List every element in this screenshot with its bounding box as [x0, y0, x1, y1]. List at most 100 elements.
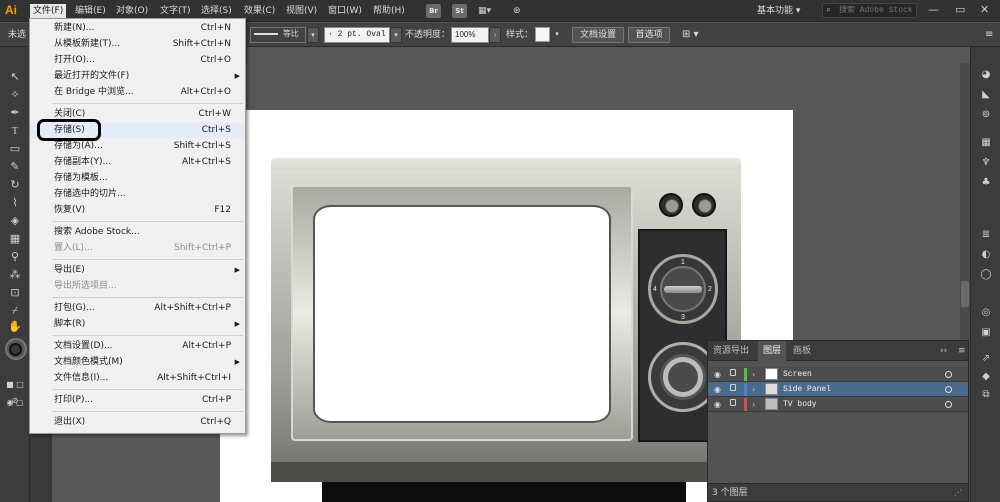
layer-name[interactable]: Side Panel — [783, 382, 831, 397]
menu-help[interactable]: 帮助(H) — [373, 4, 405, 18]
workspace-switcher[interactable]: 基本功能 ▾ — [757, 4, 800, 18]
tv-screen[interactable] — [313, 205, 611, 423]
menu-item-print[interactable]: 打印(P)... Ctrl+P — [30, 393, 245, 408]
graphic-style-swatch[interactable] — [535, 27, 550, 42]
artboard-tool-icon[interactable]: ⊡ — [6, 285, 24, 301]
perspective-grid-tool-icon[interactable]: ▦ — [6, 231, 24, 247]
tab-artboards[interactable]: 画板 — [788, 341, 816, 361]
menu-effect[interactable]: 效果(C) — [244, 4, 275, 18]
color-guide-icon[interactable]: ◣ — [978, 87, 994, 103]
color-mode-icon[interactable]: ■ □ ⊘ — [6, 377, 24, 405]
menu-item-export-selection[interactable]: 导出所选项目... — [30, 279, 245, 294]
menu-item-save-as[interactable]: 存储为(A)... Shift+Ctrl+S — [30, 139, 245, 154]
bridge-button[interactable]: Br — [426, 4, 441, 18]
slice-tool-icon[interactable]: ⌿ — [6, 303, 24, 319]
visibility-eye-icon[interactable]: ◉ — [714, 382, 721, 397]
rotate-tool-icon[interactable]: ↻ — [6, 177, 24, 193]
pen-tool-icon[interactable]: ✒ — [6, 105, 24, 121]
tab-asset-export[interactable]: 资源导出 — [708, 341, 754, 361]
opacity-input[interactable]: 100% — [451, 27, 489, 43]
resize-grip-icon[interactable]: ⋰ — [954, 487, 962, 499]
swatches-icon[interactable]: ▦ — [978, 135, 994, 151]
layer-target-icon[interactable] — [945, 401, 952, 408]
stroke-profile-dropdown[interactable]: ▾ — [307, 27, 319, 43]
visibility-eye-icon[interactable]: ◉ — [714, 367, 721, 382]
menu-item-save-copy[interactable]: 存储副本(Y)... Alt+Ctrl+S — [30, 155, 245, 170]
gpu-performance-icon[interactable]: ⊛ — [513, 4, 521, 18]
eyedropper-tool-icon[interactable]: ⚲ — [6, 249, 24, 265]
symbols-icon[interactable]: ♣ — [978, 175, 994, 191]
draw-mode-icon[interactable]: ◉ ▢ — [6, 395, 24, 411]
menu-item-browse-in-bridge[interactable]: 在 Bridge 中浏览... Alt+Ctrl+O — [30, 85, 245, 100]
type-tool-icon[interactable]: T — [6, 123, 24, 139]
stroke-panel-icon[interactable]: ≣ — [978, 227, 994, 243]
panel-menu-icon[interactable]: ≡ — [958, 341, 966, 361]
menu-item-exit[interactable]: 退出(X) Ctrl+Q — [30, 415, 245, 430]
lock-icon[interactable] — [730, 369, 736, 376]
minimize-icon[interactable]: — — [928, 4, 939, 16]
graphic-style-dropdown[interactable]: ▾ — [551, 27, 563, 43]
hand-tool-icon[interactable]: ✋ — [6, 319, 24, 335]
menu-item-place[interactable]: 置入(L)... Shift+Ctrl+P — [30, 241, 245, 256]
document-setup-button[interactable]: 文档设置 — [572, 27, 624, 43]
menu-type[interactable]: 文字(T) — [160, 4, 191, 18]
menu-window[interactable]: 窗口(W) — [328, 4, 362, 18]
maximize-icon[interactable]: ▭ — [955, 4, 965, 16]
appearance-icon[interactable]: ◎ — [978, 305, 994, 321]
menu-item-open-recent[interactable]: 最近打开的文件(F) ▶ — [30, 69, 245, 84]
menu-item-new-from-template[interactable]: 从模板新建(T)... Shift+Ctrl+N — [30, 37, 245, 52]
menu-edit[interactable]: 编辑(E) — [75, 4, 106, 18]
warp-tool-icon[interactable]: ⌇ — [6, 195, 24, 211]
symbol-sprayer-tool-icon[interactable]: ⁂ — [6, 267, 24, 283]
menu-file[interactable]: 文件(F) — [30, 4, 67, 18]
tab-layers[interactable]: 图层 — [758, 341, 787, 361]
selection-tool-icon[interactable]: ↖ — [6, 69, 24, 85]
menu-item-document-setup[interactable]: 文档设置(D)... Alt+Ctrl+P — [30, 339, 245, 354]
layer-row[interactable]: ◉ › TV body — [708, 397, 968, 412]
menu-item-save-as-template[interactable]: 存储为模板... — [30, 171, 245, 186]
layer-row[interactable]: ◉ › Screen — [708, 367, 968, 382]
graphic-styles-icon[interactable]: ▣ — [978, 325, 994, 341]
expand-arrow-icon[interactable]: › — [752, 382, 755, 397]
pencil-tool-icon[interactable]: ✎ — [6, 159, 24, 175]
menu-item-revert[interactable]: 恢复(V) F12 — [30, 203, 245, 218]
stroke-profile-select[interactable]: 等比 — [250, 27, 306, 43]
menu-item-document-color-mode[interactable]: 文档颜色模式(M) ▶ — [30, 355, 245, 370]
shape-builder-tool-icon[interactable]: ◈ — [6, 213, 24, 229]
menu-item-open[interactable]: 打开(O)... Ctrl+O — [30, 53, 245, 68]
scrollbar-thumb[interactable] — [961, 281, 969, 307]
layer-name[interactable]: Screen — [783, 367, 812, 382]
layer-name[interactable]: TV body — [783, 397, 817, 412]
layer-target-icon[interactable] — [945, 371, 952, 378]
expand-arrow-icon[interactable]: › — [752, 367, 755, 382]
opacity-dropdown[interactable]: › — [489, 27, 501, 43]
menu-item-package[interactable]: 打包(G)... Alt+Shift+Ctrl+P — [30, 301, 245, 316]
magic-wand-tool-icon[interactable]: ✧ — [6, 87, 24, 103]
lock-icon[interactable] — [730, 384, 736, 391]
visibility-eye-icon[interactable]: ◉ — [714, 397, 721, 412]
menu-item-scripts[interactable]: 脚本(R) ▶ — [30, 317, 245, 332]
stock-search-input[interactable] — [839, 4, 916, 17]
arrange-documents-icon[interactable]: ▦▾ — [478, 4, 491, 18]
brushes-icon[interactable]: ♆ — [978, 155, 994, 171]
rectangle-tool-icon[interactable]: ▭ — [6, 141, 24, 157]
menu-object[interactable]: 对象(O) — [116, 4, 148, 18]
gradient-icon[interactable]: ◐ — [978, 247, 994, 263]
menu-item-file-info[interactable]: 文件信息(I)... Alt+Shift+Ctrl+I — [30, 371, 245, 386]
artboards-icon[interactable]: ⧉ — [978, 387, 994, 403]
lock-icon[interactable] — [730, 399, 736, 406]
transparency-icon[interactable]: ◯ — [978, 267, 994, 283]
menu-view[interactable]: 视图(V) — [286, 4, 317, 18]
export-icon[interactable]: ⇗ — [978, 351, 994, 367]
collapse-panel-icon[interactable]: ›› — [940, 341, 947, 361]
stock-button[interactable]: St — [452, 4, 467, 18]
menu-select[interactable]: 选择(S) — [201, 4, 232, 18]
menu-item-save-selected-slices[interactable]: 存储选中的切片... — [30, 187, 245, 202]
layer-row[interactable]: ◉ › Side Panel — [708, 382, 968, 397]
properties-icon[interactable]: ⊚ — [978, 107, 994, 123]
align-options-icon[interactable]: ⊞ ▾ — [682, 29, 699, 41]
brush-dropdown[interactable]: ▾ — [390, 27, 402, 43]
stroke-swatch[interactable] — [9, 343, 22, 356]
color-panel-icon[interactable]: ◕ — [978, 67, 994, 83]
close-icon[interactable]: ✕ — [980, 4, 989, 16]
